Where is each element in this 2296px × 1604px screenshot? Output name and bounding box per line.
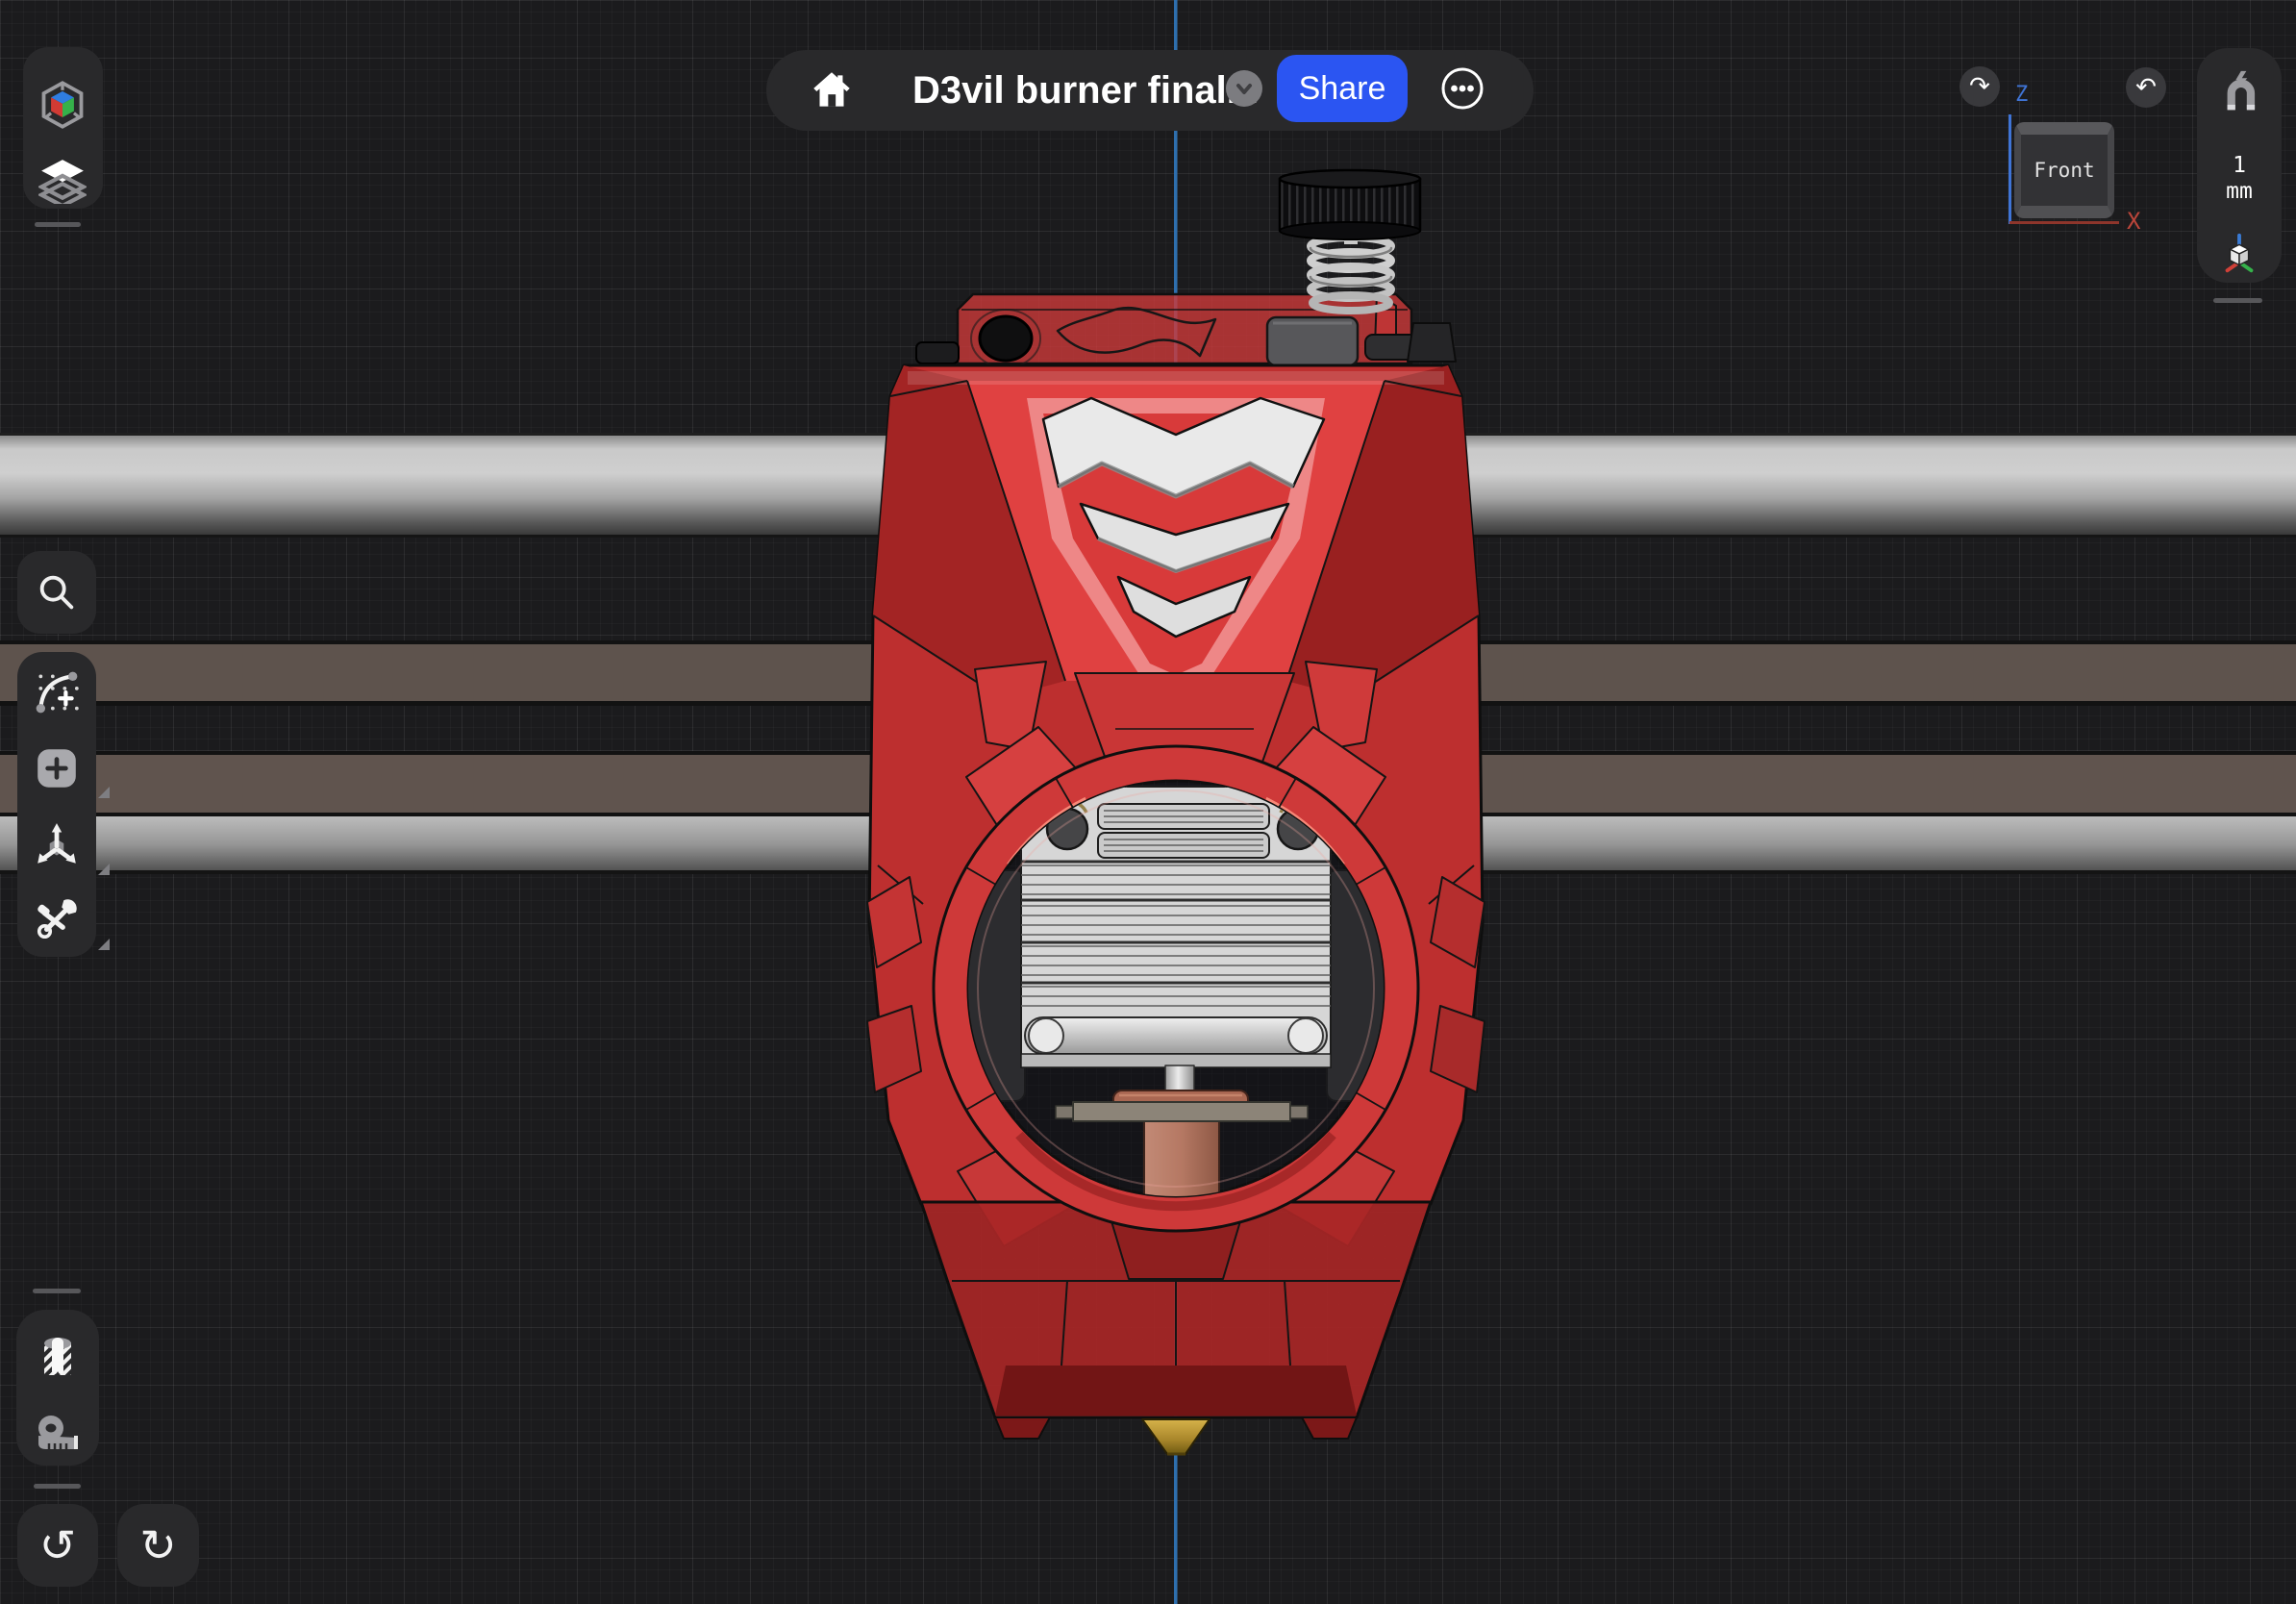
tools-panel <box>17 652 96 957</box>
snap-panel: 1 mm <box>2197 48 2282 283</box>
display-panel <box>16 1310 99 1466</box>
wrench-screwdriver-icon <box>33 895 81 943</box>
home-button[interactable] <box>805 65 859 115</box>
mount-plate <box>1073 1102 1290 1121</box>
tools-button[interactable] <box>17 881 96 958</box>
chevron-down-icon <box>1232 76 1257 101</box>
undo-icon: ↺ <box>39 1519 77 1571</box>
orientation-button[interactable] <box>2217 232 2261 281</box>
plate-bolt-hole <box>980 316 1032 361</box>
bottom-shroud <box>921 1202 1431 1439</box>
section-view-button[interactable] <box>18 1321 97 1398</box>
viewcube-z-label: Z <box>2015 83 2028 107</box>
move-icon <box>33 820 81 868</box>
share-button[interactable]: Share <box>1277 55 1408 122</box>
more-options-button[interactable] <box>1440 66 1485 111</box>
document-toolbar: D3vil burner final... <box>766 50 1534 131</box>
grid-step-value: 1 <box>2226 153 2253 179</box>
rotate-cw-icon: ↷ <box>1969 72 1990 101</box>
nozzle <box>1142 1419 1210 1454</box>
tension-spring <box>1310 235 1391 311</box>
viewcube-x-axis <box>2009 221 2119 224</box>
panel-divider <box>2213 298 2262 303</box>
share-label: Share <box>1299 70 1386 108</box>
sketch-button[interactable] <box>17 654 96 731</box>
grid-step-unit: mm <box>2226 179 2253 205</box>
redo-button[interactable]: ↻ <box>117 1504 199 1587</box>
add-icon <box>33 744 81 792</box>
section-view-icon <box>35 1335 81 1385</box>
rotate-ccw-icon: ↶ <box>2135 73 2157 102</box>
panel-divider <box>34 1484 81 1489</box>
measure-tape-icon <box>34 1411 82 1455</box>
panel-divider <box>33 1289 81 1293</box>
left-clamp <box>916 342 959 363</box>
project-panel <box>23 47 103 209</box>
undo-button[interactable]: ↺ <box>17 1504 98 1587</box>
panel-divider <box>35 222 81 227</box>
mount-rod <box>1025 1017 1327 1054</box>
add-body-button[interactable] <box>17 730 96 807</box>
grid-step-indicator[interactable]: 1 mm <box>2226 153 2253 205</box>
rotate-view-cw-button[interactable]: ↷ <box>1959 66 2000 107</box>
measure-button[interactable] <box>18 1394 97 1471</box>
view-name: Front <box>2034 159 2094 182</box>
viewcube-x-label: X <box>2127 208 2140 235</box>
ellipsis-icon <box>1440 66 1485 111</box>
redo-icon: ↻ <box>139 1519 177 1571</box>
document-menu-button[interactable] <box>1226 70 1262 107</box>
search-button[interactable] <box>17 551 96 634</box>
rotate-view-ccw-button[interactable]: ↶ <box>2126 67 2166 108</box>
items-button[interactable] <box>23 66 102 143</box>
snapping-toggle[interactable] <box>2217 69 2261 120</box>
bodies-cube-icon <box>37 80 87 130</box>
document-title[interactable]: D3vil burner final... <box>912 50 1259 131</box>
viewcube-z-axis <box>2009 114 2011 224</box>
layers-button[interactable] <box>23 141 102 218</box>
transform-button[interactable] <box>17 806 96 883</box>
hotend-model <box>867 170 1485 1454</box>
axes-cube-icon <box>2217 232 2261 276</box>
magnet-icon <box>2217 69 2261 115</box>
home-icon <box>807 66 857 114</box>
thumbscrew-knob <box>1280 170 1420 239</box>
viewport-3d[interactable] <box>0 0 2296 1604</box>
canvas-grid[interactable]: ↺ ↻ D3vil burner final... Share ↷ ↶ Z X … <box>0 0 2296 1604</box>
view-cube[interactable]: Front <box>2014 122 2114 218</box>
layers-icon <box>38 156 87 204</box>
sketch-arc-icon <box>33 668 81 716</box>
search-icon <box>35 570 79 614</box>
